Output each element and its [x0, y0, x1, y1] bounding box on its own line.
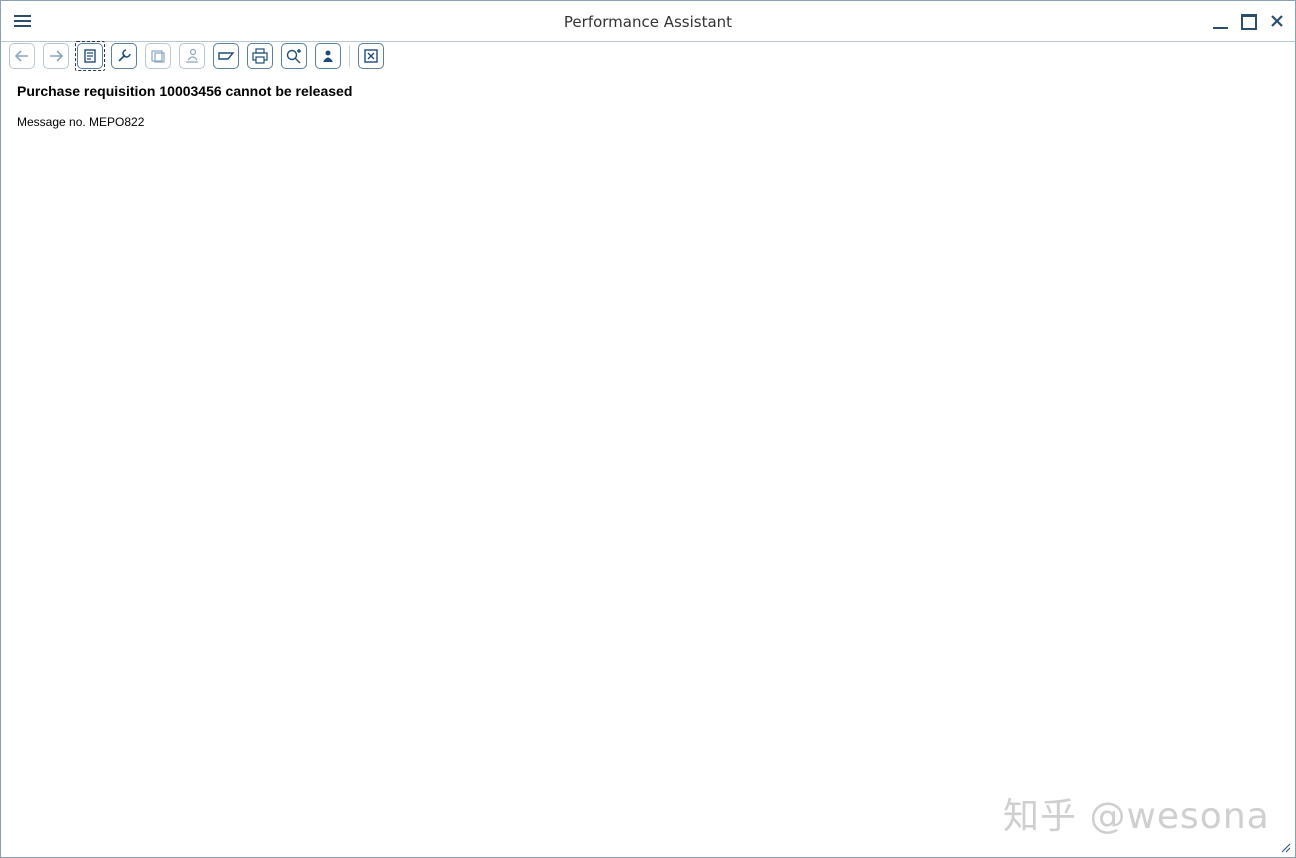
document-stack-icon — [151, 50, 165, 63]
person-button[interactable] — [179, 43, 205, 69]
person-icon — [186, 48, 198, 63]
close-assistant-button[interactable] — [358, 43, 384, 69]
user-button[interactable] — [315, 43, 341, 69]
document-button[interactable] — [75, 41, 105, 71]
find-icon — [286, 49, 301, 64]
sap-button[interactable] — [213, 43, 239, 69]
back-arrow-icon — [14, 50, 28, 62]
document-stack-button[interactable] — [145, 43, 171, 69]
forward-arrow-icon — [50, 50, 64, 62]
find-button[interactable] — [281, 43, 307, 69]
print-button[interactable] — [247, 43, 273, 69]
back-button[interactable] — [9, 43, 35, 69]
user-icon — [323, 50, 333, 62]
sap-icon — [218, 52, 235, 60]
close-icon — [1271, 15, 1283, 27]
resize-grip-icon[interactable] — [1281, 843, 1291, 853]
message-heading: Purchase requisition 10003456 cannot be … — [17, 83, 353, 99]
close-window-button[interactable] — [1267, 11, 1287, 31]
forward-button[interactable] — [43, 43, 69, 69]
close-box-icon — [364, 49, 378, 63]
wrench-icon — [118, 49, 131, 62]
minimize-button[interactable] — [1211, 11, 1231, 31]
maximize-button[interactable] — [1239, 11, 1259, 31]
window-title: Performance Assistant — [563, 13, 733, 31]
print-icon — [252, 48, 268, 64]
message-number: Message no. MEPO822 — [17, 115, 145, 129]
watermark: 知乎 @wesona — [1003, 796, 1270, 837]
title-bar: Performance Assistant — [1, 1, 1295, 42]
document-icon — [84, 49, 96, 63]
technical-info-button[interactable] — [111, 43, 137, 69]
toolbar-separator — [349, 45, 350, 67]
performance-assistant-window: Performance Assistant Purchase requisiti… — [0, 0, 1296, 858]
